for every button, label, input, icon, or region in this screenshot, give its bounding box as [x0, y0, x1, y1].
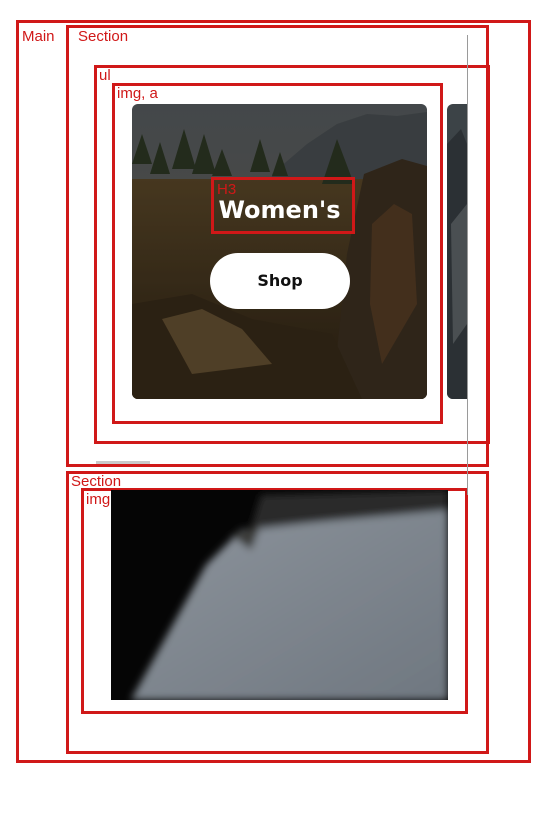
landscape-image	[132, 104, 427, 399]
next-card-image	[447, 104, 467, 399]
divider	[467, 35, 468, 495]
scroll-indicator[interactable]	[96, 461, 150, 464]
section-bottom-label: Section	[71, 473, 122, 490]
shop-button[interactable]: Shop	[210, 253, 350, 309]
image-label: img	[86, 491, 111, 508]
blurred-photo	[111, 490, 448, 700]
list-label: ul	[99, 67, 111, 84]
next-card-peek[interactable]	[447, 104, 467, 399]
section-top-label: Section	[78, 28, 129, 45]
card-link-label: img, a	[117, 85, 158, 102]
blurred-hero-image	[111, 490, 448, 700]
main-label: Main	[22, 28, 55, 45]
heading-label: H3	[217, 181, 237, 198]
womens-card[interactable]: Women's Shop	[132, 104, 427, 399]
